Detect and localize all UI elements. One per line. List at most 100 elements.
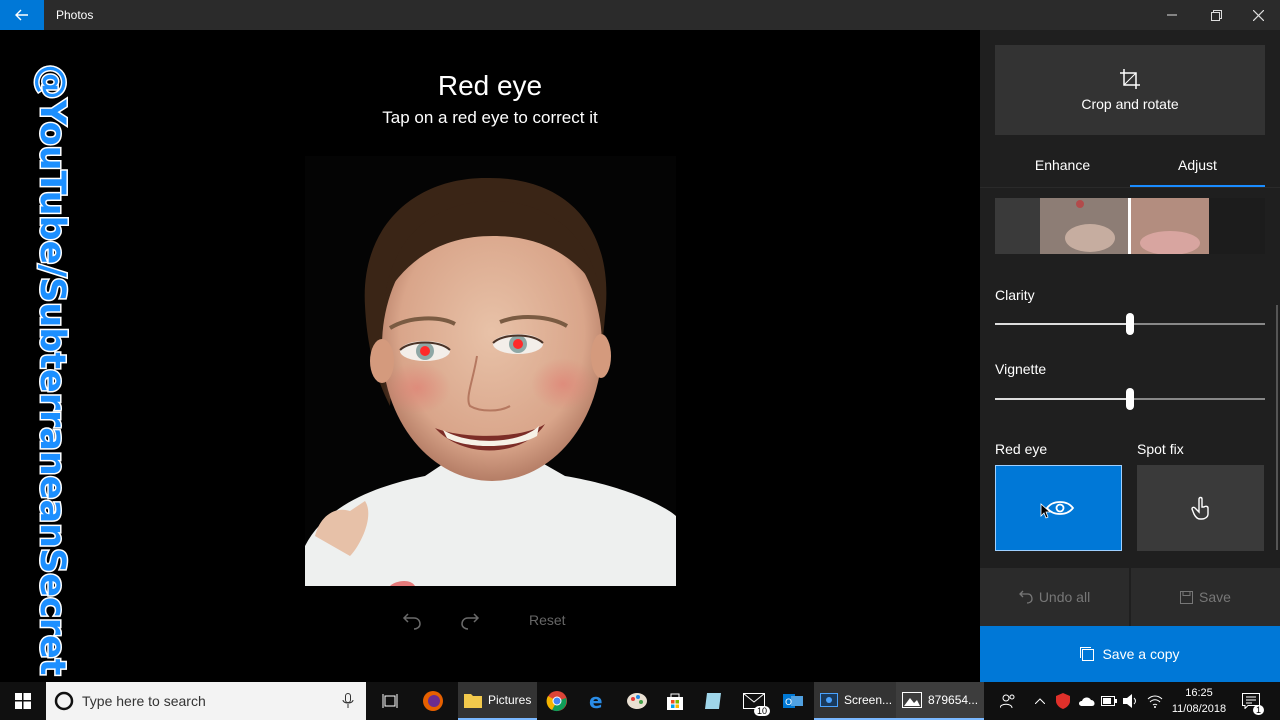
people-icon [1000, 694, 1015, 709]
eye-icon [1040, 501, 1074, 519]
redeye-label: Red eye [995, 441, 1048, 457]
undo-all-button[interactable]: Undo all [980, 568, 1129, 626]
notes-icon [705, 693, 721, 709]
recorder-icon [820, 693, 838, 707]
photos-task[interactable]: 879654... [896, 682, 985, 720]
photo-preview[interactable] [305, 156, 676, 586]
back-button[interactable] [0, 0, 44, 30]
reset-button[interactable]: Reset [529, 608, 566, 632]
vignette-slider[interactable] [995, 388, 1265, 410]
tab-adjust[interactable]: Adjust [1130, 150, 1265, 186]
minimize-button[interactable] [1150, 0, 1194, 30]
action-center-button[interactable]: 1 [1236, 682, 1266, 720]
start-button[interactable] [0, 682, 46, 720]
action-row: Undo all Save [980, 568, 1280, 626]
restore-icon [1210, 9, 1222, 21]
touch-hand-icon [1190, 496, 1209, 520]
active-tab-indicator [1130, 185, 1265, 187]
back-arrow-icon [15, 9, 28, 21]
taskbar-clock[interactable]: 16:25 11/08/2018 [1166, 685, 1232, 717]
wifi-icon [1147, 695, 1163, 708]
minimize-icon [1167, 14, 1177, 16]
crop-rotate-button[interactable]: Crop and rotate [995, 45, 1265, 135]
panel-scrollbar[interactable] [1276, 305, 1278, 550]
redo-icon [461, 613, 480, 630]
pictures-task-label: Pictures [488, 693, 532, 707]
paint-button[interactable] [618, 682, 656, 720]
clarity-slider-fill [995, 323, 1130, 325]
speaker-icon [1123, 694, 1136, 708]
undo-all-icon [1018, 590, 1033, 604]
thumbnail-strip [995, 198, 1265, 254]
light-filter-thumbnail[interactable] [995, 198, 1265, 254]
title-bar: Photos [0, 0, 1280, 30]
save-button[interactable]: Save [1131, 568, 1280, 626]
close-icon [1252, 9, 1264, 21]
firefox-icon [423, 691, 443, 711]
folder-icon [464, 694, 482, 708]
mode-instruction: Tap on a red eye to correct it [382, 108, 598, 127]
firefox-button[interactable] [414, 682, 452, 720]
clock-time: 16:25 [1185, 687, 1213, 699]
spot-fix-button[interactable] [1137, 465, 1264, 551]
reset-label: Reset [529, 612, 566, 628]
battery-icon [1101, 696, 1117, 706]
edge-icon: e [589, 691, 603, 711]
photos-icon [902, 692, 922, 708]
vignette-slider-thumb[interactable] [1126, 388, 1134, 410]
outlook-button[interactable]: O [774, 682, 812, 720]
volume-tray-button[interactable] [1120, 682, 1142, 720]
security-tray-button[interactable] [1052, 682, 1074, 720]
mail-button[interactable]: 10 [734, 682, 774, 720]
svg-text:e: e [589, 691, 603, 711]
edge-button[interactable]: e [578, 682, 616, 720]
mail-badge: 10 [753, 706, 770, 716]
windows-logo-icon [15, 693, 31, 709]
undo-button[interactable] [402, 608, 422, 632]
undo-all-label: Undo all [1038, 589, 1091, 605]
battery-tray-button[interactable] [1098, 682, 1120, 720]
tab-enhance-label: Enhance [1034, 157, 1091, 173]
task-view-icon [382, 694, 398, 708]
redo-button[interactable] [460, 608, 480, 632]
channel-watermark: @YouTube/SubterraneanSecret [22, 30, 82, 677]
clarity-slider-thumb[interactable] [1126, 313, 1134, 335]
paint-palette-icon [627, 693, 647, 709]
people-button[interactable] [996, 682, 1020, 720]
shield-icon [1056, 693, 1070, 709]
watermark-text: @YouTube/SubterraneanSecret [31, 63, 74, 677]
clarity-slider[interactable] [995, 313, 1265, 335]
sticky-notes-button[interactable] [694, 682, 732, 720]
red-eye-button[interactable] [995, 465, 1122, 551]
restore-button[interactable] [1194, 0, 1238, 30]
task-view-button[interactable] [372, 682, 408, 720]
notification-count: 1 [1252, 705, 1264, 715]
close-button[interactable] [1236, 0, 1280, 30]
edit-panel: Crop and rotate Enhance Adjust Clarity V… [980, 30, 1280, 682]
app-title: Photos [56, 8, 94, 22]
portrait-image [305, 156, 676, 586]
screen-recorder-task[interactable]: Screen... [814, 682, 899, 720]
undo-icon [402, 613, 421, 630]
taskbar-search[interactable]: Type here to search [46, 682, 366, 720]
photos-task-label: 879654... [928, 693, 979, 707]
crop-icon [1120, 69, 1140, 89]
show-hidden-icons-button[interactable] [1030, 682, 1050, 720]
tab-enhance[interactable]: Enhance [995, 150, 1130, 186]
store-button[interactable] [656, 682, 694, 720]
clarity-label: Clarity [995, 287, 1035, 303]
wifi-tray-button[interactable] [1144, 682, 1166, 720]
microphone-icon [342, 693, 354, 708]
save-label: Save [1199, 589, 1231, 605]
pictures-task[interactable]: Pictures [458, 682, 538, 720]
screen-recorder-label: Screen... [844, 693, 893, 707]
spotfix-label: Spot fix [1137, 441, 1184, 457]
onedrive-tray-button[interactable] [1076, 682, 1098, 720]
cloud-icon [1079, 697, 1095, 706]
mode-title: Red eye [437, 70, 543, 101]
save-copy-button[interactable]: Save a copy [980, 626, 1280, 682]
chrome-button[interactable] [538, 682, 576, 720]
taskbar: Type here to search Pictures e 10 O Scre… [0, 682, 1280, 720]
clock-date: 11/08/2018 [1171, 703, 1227, 715]
tab-divider [980, 187, 1280, 188]
